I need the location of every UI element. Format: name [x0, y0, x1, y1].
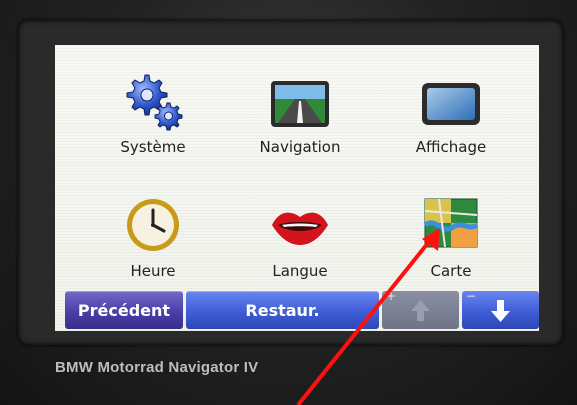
annotation-arrow — [296, 228, 440, 405]
gps-device: Système Navigation Affichage Heure Langu… — [0, 0, 577, 405]
